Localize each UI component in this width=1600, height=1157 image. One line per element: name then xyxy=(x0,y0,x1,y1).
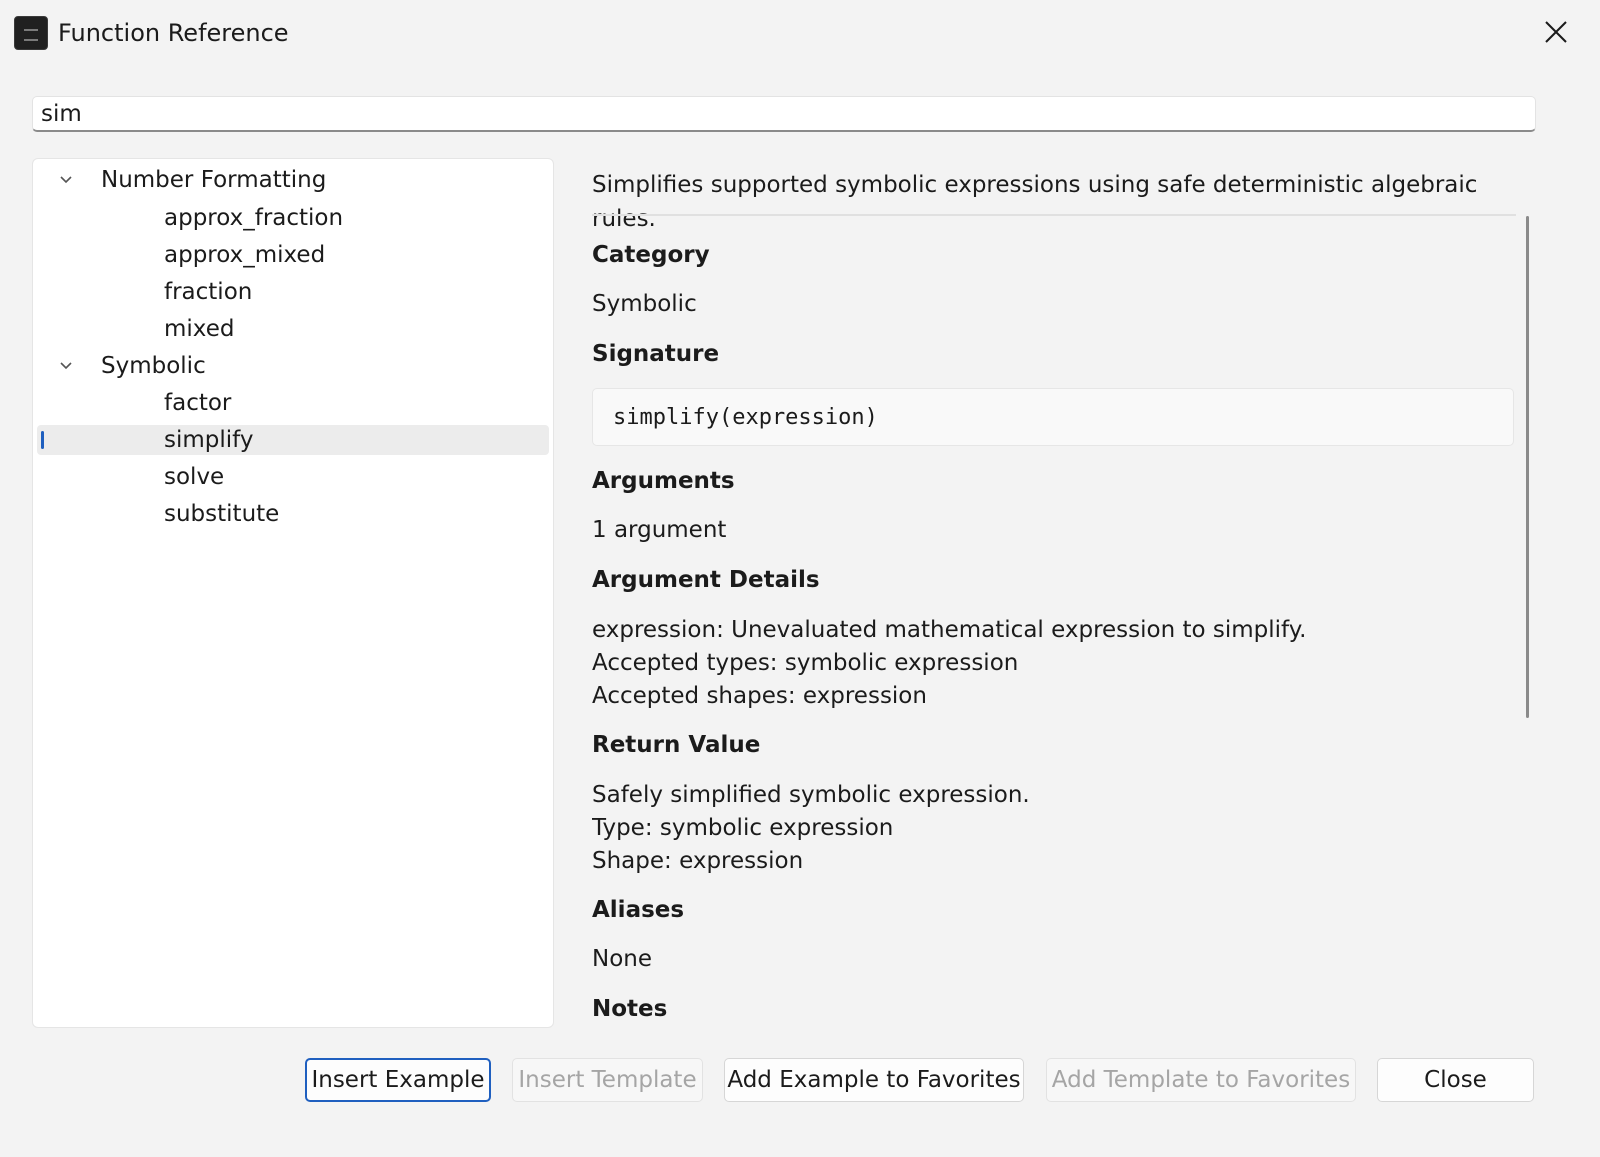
tree-group-symbolic[interactable]: Symbolic xyxy=(37,351,549,381)
tree-item-approx-fraction[interactable]: approx_fraction xyxy=(37,203,549,233)
argument-detail-line: Accepted types: symbolic expression xyxy=(592,650,1019,676)
tree-item-factor[interactable]: factor xyxy=(37,388,549,418)
insert-template-button[interactable]: Insert Template xyxy=(512,1058,703,1102)
tree-item-simplify[interactable]: simplify xyxy=(37,425,549,455)
function-description: Simplifies supported symbolic expression… xyxy=(592,172,1478,232)
tree-item-substitute[interactable]: substitute xyxy=(37,499,549,529)
return-value-heading: Return Value xyxy=(592,732,761,758)
category-value: Symbolic xyxy=(592,291,697,317)
arguments-value: 1 argument xyxy=(592,517,727,543)
argument-detail-line: Accepted shapes: expression xyxy=(592,683,927,709)
tree-item-label: solve xyxy=(164,464,225,490)
return-value-line: Shape: expression xyxy=(592,848,804,874)
arguments-heading: Arguments xyxy=(592,468,735,494)
return-value-line: Safely simplified symbolic expression. xyxy=(592,782,1030,808)
divider xyxy=(592,214,1516,216)
tree-group-number-formatting[interactable]: Number Formatting xyxy=(37,165,549,195)
tree-item-label: approx_fraction xyxy=(164,205,344,231)
search-input[interactable] xyxy=(32,96,1536,132)
tree-item-label: fraction xyxy=(164,279,253,305)
selection-indicator xyxy=(41,431,44,449)
window-title: Function Reference xyxy=(58,19,289,47)
insert-example-button[interactable]: Insert Example xyxy=(305,1058,491,1102)
tree-item-label: mixed xyxy=(164,316,235,342)
return-value-line: Type: symbolic expression xyxy=(592,815,894,841)
aliases-value: None xyxy=(592,946,653,972)
tree-item-approx-mixed[interactable]: approx_mixed xyxy=(37,240,549,270)
argument-detail-line: expression: Unevaluated mathematical exp… xyxy=(592,617,1307,643)
function-reference-window: Function Reference Number Formatting app… xyxy=(0,0,1600,1157)
calculator-app-icon xyxy=(14,16,48,50)
function-tree: Number Formatting approx_fraction approx… xyxy=(32,158,554,1028)
notes-heading: Notes xyxy=(592,996,668,1022)
signature-code-box: simplify(expression) xyxy=(592,388,1514,446)
signature-heading: Signature xyxy=(592,341,720,367)
close-icon[interactable] xyxy=(1538,14,1574,50)
tree-item-label: approx_mixed xyxy=(164,242,326,268)
signature-code: simplify(expression) xyxy=(613,405,878,430)
chevron-down-icon[interactable] xyxy=(59,173,73,187)
tree-item-fraction[interactable]: fraction xyxy=(37,277,549,307)
tree-item-mixed[interactable]: mixed xyxy=(37,314,549,344)
aliases-heading: Aliases xyxy=(592,897,685,923)
details-scrollbar[interactable] xyxy=(1526,216,1529,718)
tree-item-solve[interactable]: solve xyxy=(37,462,549,492)
argument-details-heading: Argument Details xyxy=(592,567,820,593)
tree-group-label: Symbolic xyxy=(101,353,206,379)
tree-item-label: factor xyxy=(164,390,232,416)
chevron-down-icon[interactable] xyxy=(59,359,73,373)
add-example-to-favorites-button[interactable]: Add Example to Favorites xyxy=(724,1058,1024,1102)
tree-item-label: simplify xyxy=(164,427,254,453)
add-template-to-favorites-button[interactable]: Add Template to Favorites xyxy=(1046,1058,1356,1102)
tree-item-label: substitute xyxy=(164,501,280,527)
title-bar: Function Reference xyxy=(0,0,1600,64)
tree-group-label: Number Formatting xyxy=(101,167,327,193)
function-details-pane: Simplifies supported symbolic expression… xyxy=(592,160,1532,1028)
category-heading: Category xyxy=(592,242,710,268)
close-button[interactable]: Close xyxy=(1377,1058,1534,1102)
